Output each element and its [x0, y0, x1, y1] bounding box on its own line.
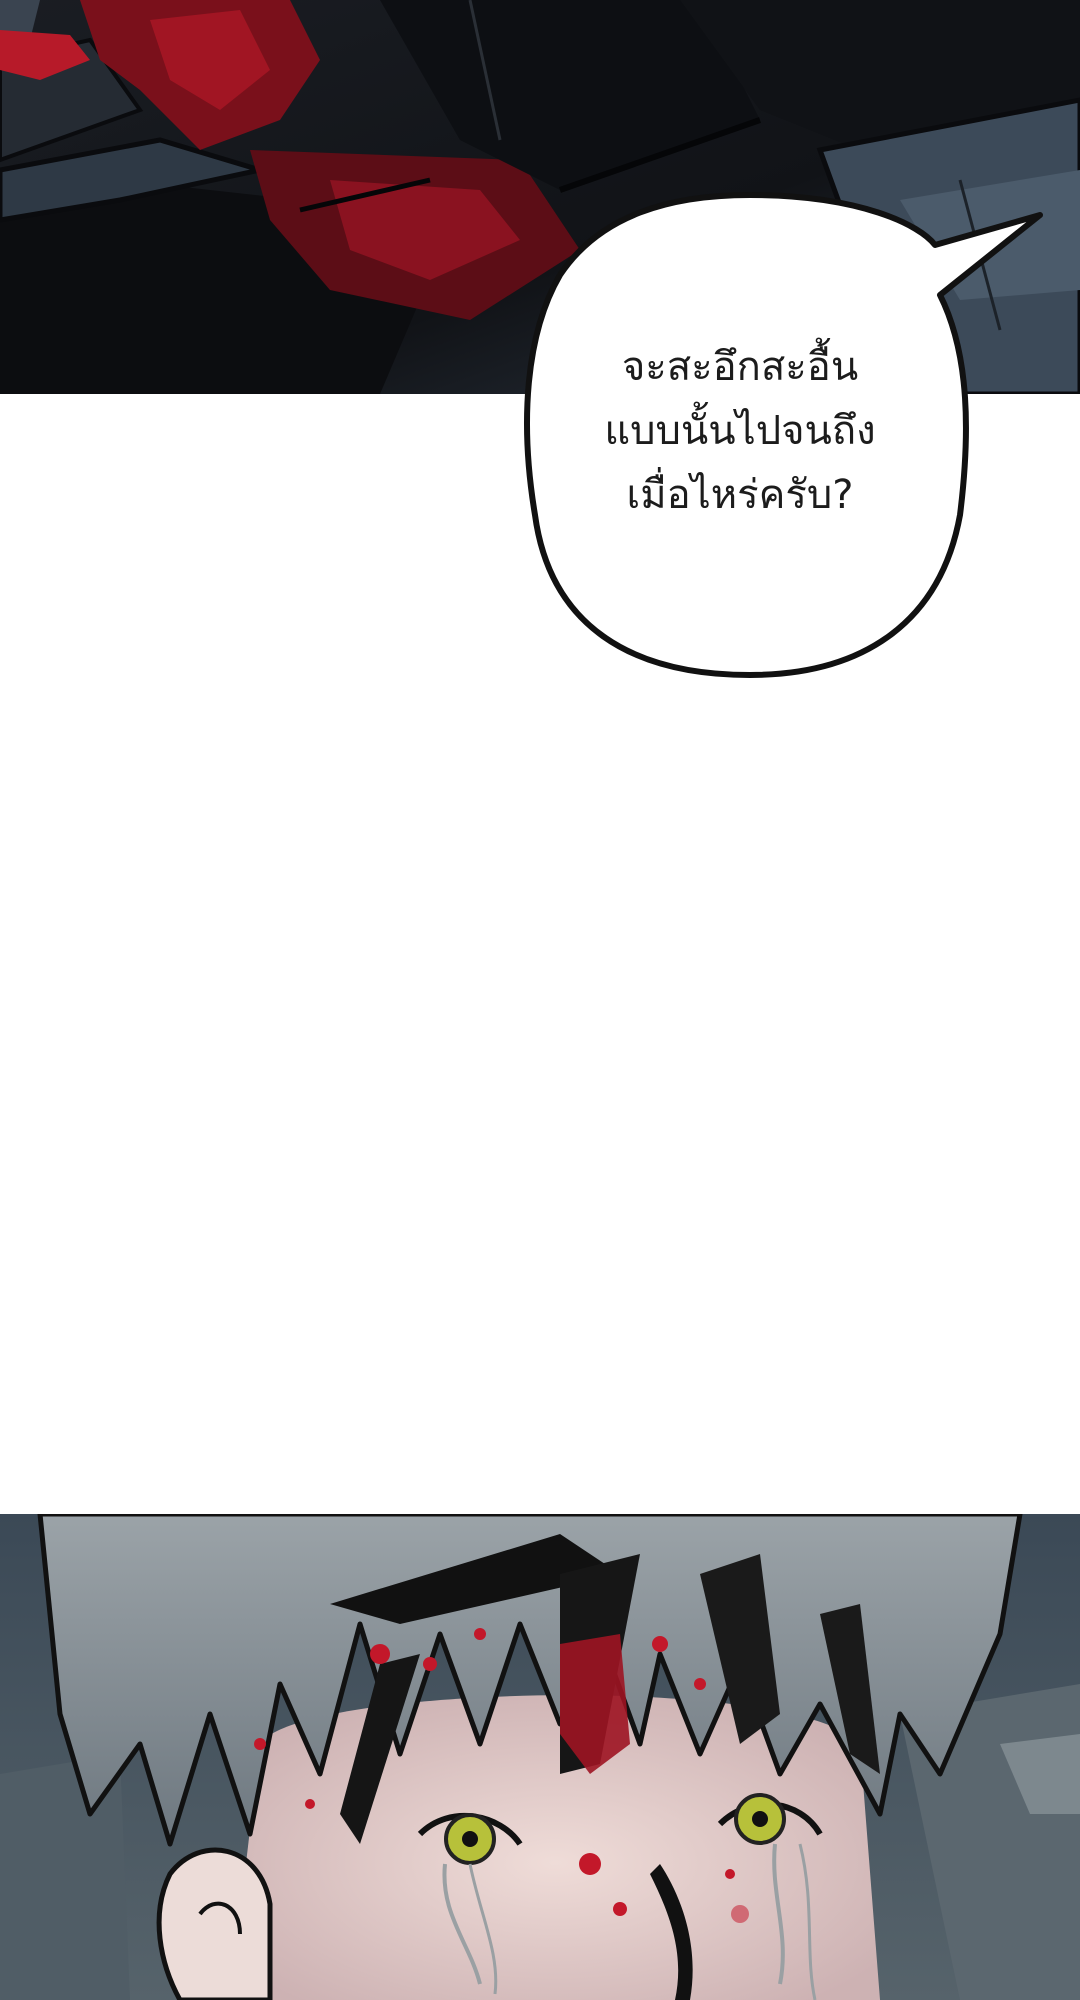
comic-panel-bottom: [0, 1514, 1080, 2000]
speech-bubble: จะสะอึกสะอื้น แบบนั้นไปจนถึง เมื่อไหร่คร…: [520, 185, 1043, 685]
speech-line-3: เมื่อไหร่ครับ?: [626, 472, 854, 518]
panel-bottom-illustration: [0, 1514, 1080, 2000]
speech-line-2: แบบนั้นไปจนถึง: [604, 408, 876, 454]
speech-bubble-text: จะสะอึกสะอื้น แบบนั้นไปจนถึง เมื่อไหร่คร…: [580, 335, 900, 527]
speech-line-1: จะสะอึกสะอื้น: [621, 344, 859, 390]
